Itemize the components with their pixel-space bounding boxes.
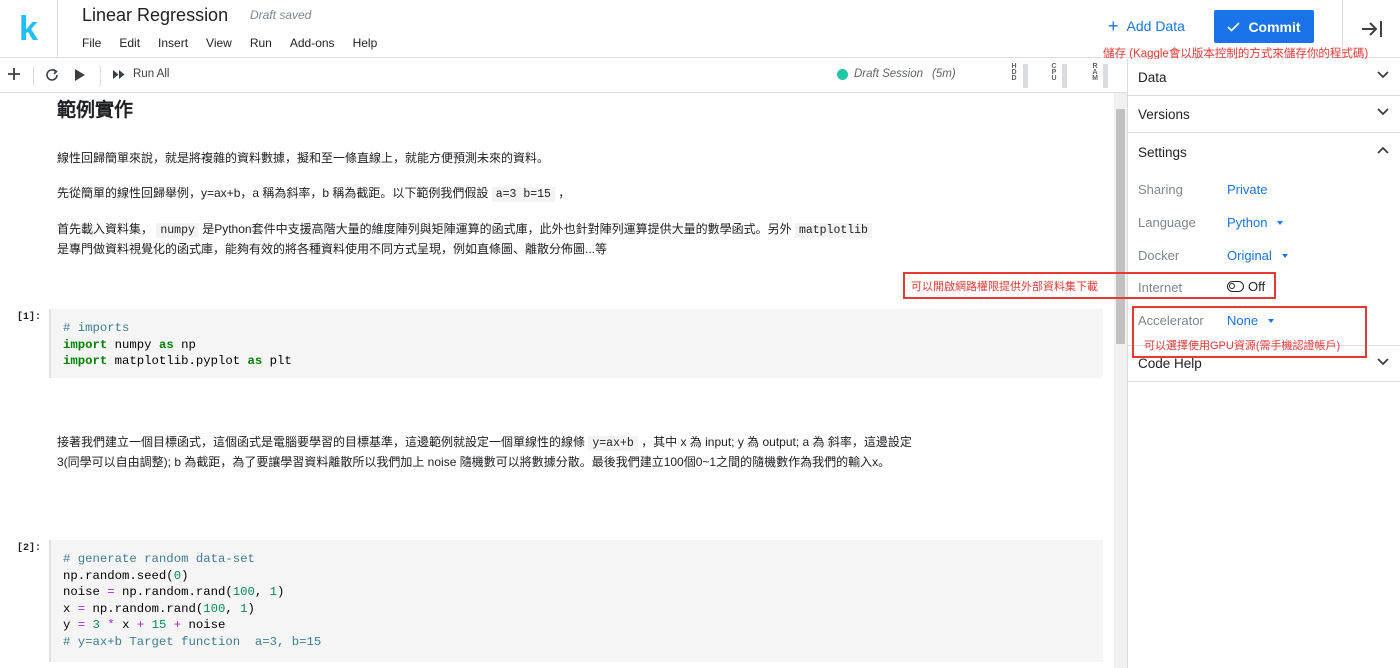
session-label: Draft Session [854,68,924,80]
session-status[interactable]: Draft Session (5m) [837,68,956,80]
chevron-up-icon [1377,146,1389,154]
menu-add-ons[interactable]: Add-ons [290,36,335,50]
add-data-label: Add Data [1126,18,1185,34]
draft-status: Draft saved [250,8,312,22]
menu-edit[interactable]: Edit [119,36,140,50]
menu-insert[interactable]: Insert [158,36,188,50]
section-heading: 範例實作 [57,100,134,121]
markdown-paragraph: 線性回歸簡單來說，就是將複雜的資料數據，擬和至一條直線上，就能方便預測未來的資料… [57,151,550,165]
hdd-meter [1023,64,1028,88]
add-data-button[interactable]: + Add Data [1108,16,1185,36]
caret-down-icon [1281,253,1288,258]
run-cell-button[interactable] [74,68,86,87]
toolbar-divider [33,66,34,86]
play-icon [75,69,85,81]
docker-label: Docker [1138,248,1180,263]
menu-run[interactable]: Run [250,36,272,50]
add-cell-button[interactable] [7,67,21,86]
menu-view[interactable]: View [206,36,232,50]
inline-code: matplotlib [794,223,872,238]
cell-prompt: [2]: [17,543,42,554]
ram-meter [1103,64,1108,88]
kaggle-logo[interactable]: k [0,0,58,58]
commit-button[interactable]: Commit [1214,10,1314,43]
caret-down-icon [1277,220,1284,225]
code-cell[interactable]: # generate random data-set np.random.see… [49,540,1103,662]
section-label: Versions [1138,106,1190,122]
panel-section-settings[interactable]: Settings [1128,134,1400,171]
markdown-paragraph: 首先載入資料集， numpy 是Python套件中支援高階大量的維度陣列與矩陣運… [57,220,937,258]
notebook-toolbar: Run All Draft Session (5m) HDD CPU RAM [0,59,1127,93]
language-select[interactable]: Python [1227,215,1284,230]
section-label: Code Help [1138,356,1202,371]
run-all-button[interactable]: Run All [112,68,169,80]
notebook-content[interactable]: 範例實作 線性回歸簡單來說，就是將複雜的資料數據，擬和至一條直線上，就能方便預測… [0,93,1114,668]
inline-code: a=3 b=15 [491,187,555,202]
session-time: (5m) [932,68,956,80]
cpu-label: CPU [1050,63,1058,81]
commit-label: Commit [1248,18,1301,35]
refresh-icon [46,68,58,81]
gpu-annotation: 可以選擇使用GPU資源(需手機認證帳戶) [1144,340,1341,352]
toolbar-divider [100,66,101,86]
hdd-label: HDD [1010,63,1018,81]
menu-bar: File Edit Insert View Run Add-ons Help [82,36,395,50]
collapse-right-icon [1361,21,1382,37]
plus-icon [8,68,20,80]
check-icon [1227,21,1241,32]
menu-help[interactable]: Help [353,36,378,50]
chevron-down-icon [1377,358,1389,366]
settings-panel: Data Versions Settings Sharing Private L… [1127,59,1400,668]
section-label: Settings [1138,145,1187,160]
restart-button[interactable] [45,68,59,87]
markdown-paragraph: 先從簡單的線性回歸舉例，y=ax+b，a 稱為斜率，b 稱為截距。以下範例我們假… [57,186,571,202]
fast-forward-icon [113,69,125,79]
panel-section-versions[interactable]: Versions [1128,96,1400,133]
notebook-title[interactable]: Linear Regression [82,5,228,26]
chevron-down-icon [1377,71,1389,79]
panel-section-data[interactable]: Data [1128,59,1400,96]
inline-code: numpy [156,223,199,238]
sharing-value[interactable]: Private [1227,182,1267,197]
sharing-label: Sharing [1138,182,1183,197]
session-status-dot [837,68,848,80]
code-cell[interactable]: # imports import numpy as np import matp… [49,309,1103,378]
menu-file[interactable]: File [82,36,101,50]
language-label: Language [1138,215,1196,230]
section-label: Data [1138,69,1167,85]
inline-code: y=ax+b [588,436,638,451]
cell-prompt: [1]: [17,312,42,323]
ram-label: RAM [1091,63,1099,81]
markdown-paragraph: 接著我們建立一個目標函式，這個函式是電腦要學習的目標基準，這邊範例就設定一個單線… [57,435,912,469]
internet-annotation: 可以開啟網路權限提供外部資料集下載 [911,281,1098,293]
run-all-label: Run All [133,68,170,80]
cpu-meter [1062,64,1067,88]
chevron-down-icon [1377,108,1389,116]
plus-icon: + [1108,16,1119,36]
docker-select[interactable]: Original [1227,248,1288,263]
notebook-scrollbar-thumb[interactable] [1116,109,1125,344]
